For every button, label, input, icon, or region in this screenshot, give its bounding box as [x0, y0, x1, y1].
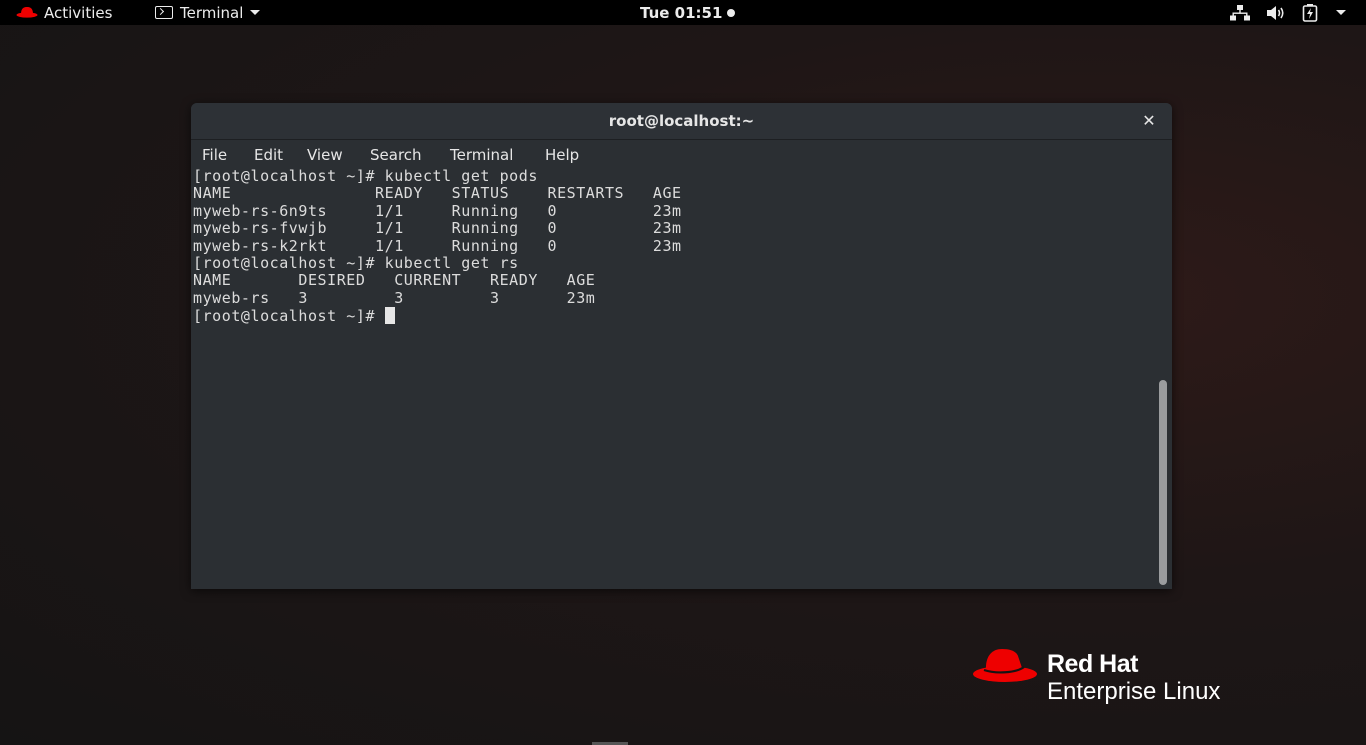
top-bar: Activities Terminal Tue 01:51 — [0, 0, 1366, 25]
scrollbar-track[interactable] — [1154, 168, 1172, 589]
menu-bar: File Edit View Search Terminal Help — [191, 140, 1172, 167]
scrollbar-thumb[interactable] — [1159, 380, 1167, 585]
close-icon: ✕ — [1142, 111, 1156, 130]
window-title: root@localhost:~ — [608, 112, 755, 130]
red-hat-icon — [16, 4, 38, 22]
terminal-line: NAME DESIRED CURRENT READY AGE — [193, 271, 596, 290]
product-name: Enterprise Linux — [1047, 678, 1221, 705]
window-titlebar[interactable]: root@localhost:~ ✕ — [191, 103, 1172, 140]
terminal-icon — [155, 6, 173, 19]
terminal-prompt: [root@localhost ~]# — [193, 307, 385, 326]
menu-help[interactable]: Help — [545, 140, 579, 167]
red-hat-logo: Red Hat Enterprise Linux — [972, 646, 1312, 712]
clock-label: Tue 01:51 — [640, 3, 723, 22]
terminal-line: [root@localhost ~]# kubectl get pods — [193, 168, 538, 185]
terminal-line: NAME READY STATUS RESTARTS AGE — [193, 184, 682, 203]
text-cursor — [384, 307, 395, 325]
menu-search[interactable]: Search — [370, 140, 422, 167]
clock-button[interactable]: Tue 01:51 — [640, 0, 736, 25]
chevron-down-icon — [250, 10, 261, 15]
menu-terminal[interactable]: Terminal — [450, 140, 513, 167]
brand-name: Red Hat — [1047, 650, 1138, 678]
terminal-line: myweb-rs 3 3 3 23m — [193, 288, 596, 307]
activities-label: Activities — [44, 3, 113, 22]
terminal-output[interactable]: [root@localhost ~]# kubectl get pods NAM… — [193, 168, 1153, 589]
terminal-prompt-line: [root@localhost ~]# — [193, 307, 1153, 325]
terminal-line: myweb-rs-fvwjb 1/1 Running 0 23m — [193, 219, 682, 238]
notification-dot-icon — [727, 8, 736, 17]
network-wired-icon — [1230, 4, 1250, 21]
menu-edit[interactable]: Edit — [254, 140, 283, 167]
terminal-line: myweb-rs-k2rkt 1/1 Running 0 23m — [193, 236, 682, 255]
system-menu-caret-icon — [1334, 10, 1346, 15]
activities-button[interactable]: Activities — [16, 0, 112, 25]
terminal-line: [root@localhost ~]# kubectl get rs — [193, 254, 519, 273]
volume-icon — [1266, 5, 1286, 21]
terminal-window[interactable]: root@localhost:~ ✕ File Edit View Search… — [191, 103, 1172, 589]
menu-view[interactable]: View — [307, 140, 343, 167]
close-button[interactable]: ✕ — [1140, 112, 1158, 130]
terminal-line: myweb-rs-6n9ts 1/1 Running 0 23m — [193, 201, 682, 220]
system-tray[interactable] — [1214, 0, 1346, 25]
app-menu-label: Terminal — [180, 3, 244, 22]
menu-file[interactable]: File — [202, 140, 227, 167]
red-hat-logo-icon — [972, 646, 1038, 690]
app-menu-terminal[interactable]: Terminal — [155, 0, 261, 25]
battery-icon — [1302, 3, 1318, 22]
